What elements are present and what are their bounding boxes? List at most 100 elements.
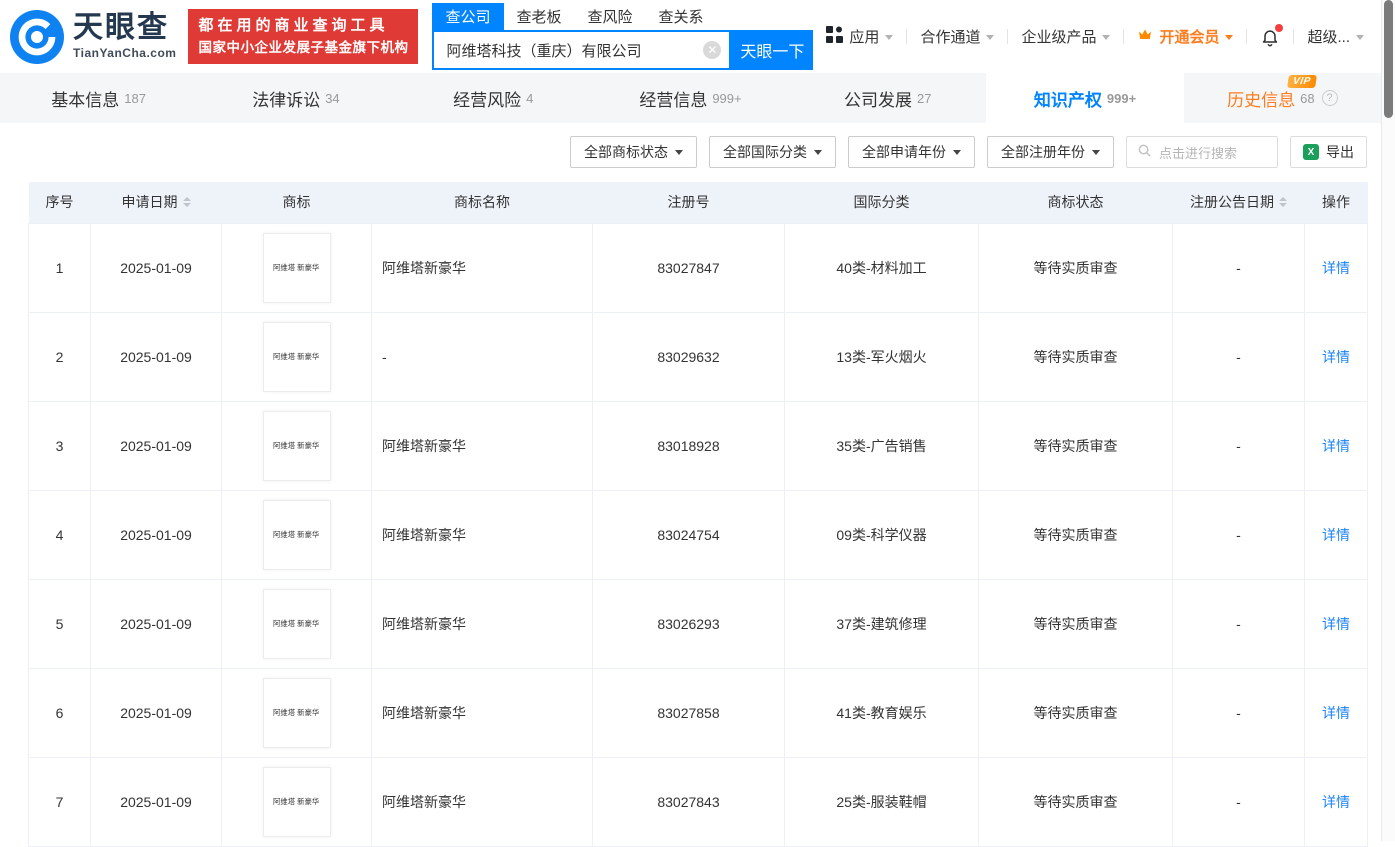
tab-label: 公司发展 xyxy=(844,90,913,110)
cell-publish-date: - xyxy=(1172,667,1305,758)
detail-link[interactable]: 详情 xyxy=(1322,349,1350,365)
chevron-down-icon xyxy=(1356,35,1364,40)
filter-dropdown-1[interactable]: 全部商标状态 xyxy=(570,136,697,168)
table-search-box[interactable]: 点击进行搜索 xyxy=(1126,136,1278,168)
detail-link[interactable]: 详情 xyxy=(1322,438,1350,454)
search-button[interactable]: 天眼一下 xyxy=(731,30,814,70)
column-header-label: 申请日期 xyxy=(122,192,191,212)
table-search-placeholder: 点击进行搜索 xyxy=(1159,145,1238,161)
column-header-申请日期[interactable]: 申请日期 xyxy=(90,182,222,223)
nav-item-2[interactable]: 合作通道 xyxy=(907,26,1007,47)
search-type-tab-1[interactable]: 查公司 xyxy=(432,3,504,30)
tab-count: 187 xyxy=(124,90,146,106)
excel-icon: X xyxy=(1303,144,1319,160)
column-header-注册公告日期[interactable]: 注册公告日期 xyxy=(1172,182,1305,223)
tab-经营信息[interactable]: 经营信息 999+ xyxy=(592,73,789,123)
filter-dropdown-2[interactable]: 全部国际分类 xyxy=(709,136,836,168)
tab-知识产权[interactable]: 知识产权 999+ xyxy=(986,73,1184,123)
chevron-down-icon xyxy=(1225,35,1234,40)
help-icon[interactable]: ? xyxy=(1321,90,1338,106)
table-row: 7 2025-01-09 阿维塔 新豪华 阿维塔新豪华 83027843 25类-服装鞋帽… xyxy=(28,756,1368,847)
trademark-image-text: 阿维塔 新豪华 xyxy=(273,263,320,272)
cell-status: 等待实质审查 xyxy=(978,400,1173,491)
tab-label: 经营信息 xyxy=(639,90,708,110)
search-type-tab-2[interactable]: 查老板 xyxy=(504,3,575,30)
logo-subtitle: TianYanCha.com xyxy=(73,46,177,60)
cell-intl-class: 37类-建筑修理 xyxy=(784,578,979,669)
search-input-wrap: ✕ xyxy=(432,30,732,70)
cell-intl-class: 35类-广告销售 xyxy=(784,400,979,491)
column-header-label: 序号 xyxy=(45,194,74,211)
trademark-image[interactable]: 阿维塔 新豪华 xyxy=(262,499,331,570)
trademark-image[interactable]: 阿维塔 新豪华 xyxy=(262,232,331,303)
column-header-label: 商标 xyxy=(282,194,311,211)
tab-公司发展[interactable]: 公司发展 27 xyxy=(789,73,986,123)
nav-item-4[interactable]: 开通会员 xyxy=(1124,26,1246,47)
tab-历史信息[interactable]: VIP 历史信息 68? xyxy=(1184,73,1381,123)
column-header-label: 注册号 xyxy=(667,194,710,211)
trademark-image-text: 阿维塔 新豪华 xyxy=(273,619,320,628)
trademark-image[interactable]: 阿维塔 新豪华 xyxy=(262,410,331,481)
trademark-image[interactable]: 阿维塔 新豪华 xyxy=(262,321,331,392)
filter-dropdown-4[interactable]: 全部注册年份 xyxy=(987,136,1114,168)
chevron-down-icon xyxy=(1092,150,1100,155)
tab-经营风险[interactable]: 经营风险 4 xyxy=(395,73,592,123)
search-type-tab-3[interactable]: 查风险 xyxy=(575,3,646,30)
tab-基本信息[interactable]: 基本信息 187 xyxy=(0,73,197,123)
cell-status: 等待实质审查 xyxy=(978,222,1173,313)
export-label: 导出 xyxy=(1326,144,1354,160)
cell-apply-date: 2025-01-09 xyxy=(90,667,222,758)
cell-action: 详情 xyxy=(1304,578,1368,669)
cell-trademark: 阿维塔 新豪华 xyxy=(221,311,372,402)
nav-item-5[interactable] xyxy=(1247,23,1293,47)
export-button[interactable]: X 导出 xyxy=(1290,136,1367,168)
column-header-注册号: 注册号 xyxy=(592,182,785,223)
nav-item-label: 合作通道 xyxy=(920,29,981,46)
cell-trademark-name: 阿维塔新豪华 xyxy=(371,578,593,669)
cell-index: 4 xyxy=(28,489,91,580)
promo-banner: 都在用的商业查询工具 国家中小企业发展子基金旗下机构 xyxy=(188,9,419,64)
trademark-image-text: 阿维塔 新豪华 xyxy=(273,797,320,806)
filter-dropdown-3[interactable]: 全部申请年份 xyxy=(848,136,975,168)
tab-label: 基本信息 xyxy=(51,90,120,110)
trademark-image-text: 阿维塔 新豪华 xyxy=(273,708,320,717)
trademark-image[interactable]: 阿维塔 新豪华 xyxy=(262,677,331,748)
cell-intl-class: 09类-科学仪器 xyxy=(784,489,979,580)
cell-action: 详情 xyxy=(1304,489,1368,580)
sort-icon[interactable] xyxy=(1279,197,1287,208)
detail-link[interactable]: 详情 xyxy=(1322,527,1350,543)
cell-status: 等待实质审查 xyxy=(978,578,1173,669)
detail-link[interactable]: 详情 xyxy=(1322,260,1350,276)
cell-registration-no: 83027843 xyxy=(592,756,785,847)
table-row: 3 2025-01-09 阿维塔 新豪华 阿维塔新豪华 83018928 35类-广告销售… xyxy=(28,400,1368,491)
cell-publish-date: - xyxy=(1172,578,1305,669)
trademark-image[interactable]: 阿维塔 新豪华 xyxy=(262,766,331,837)
nav-item-1[interactable]: 应用 xyxy=(813,26,906,47)
column-header-label: 商标状态 xyxy=(1047,194,1104,211)
cell-trademark: 阿维塔 新豪华 xyxy=(221,578,372,669)
sort-icon[interactable] xyxy=(182,197,191,208)
tab-count: 999+ xyxy=(712,90,742,106)
vertical-scrollbar[interactable] xyxy=(1381,0,1395,841)
column-header-label: 注册公告日期 xyxy=(1190,192,1287,212)
cell-apply-date: 2025-01-09 xyxy=(90,311,222,402)
cell-registration-no: 83027847 xyxy=(592,222,785,313)
scrollbar-thumb[interactable] xyxy=(1384,0,1393,118)
detail-link[interactable]: 详情 xyxy=(1322,616,1350,632)
detail-link[interactable]: 详情 xyxy=(1322,705,1350,721)
company-search-input[interactable] xyxy=(444,40,704,60)
detail-link[interactable]: 详情 xyxy=(1322,794,1350,810)
nav-item-3[interactable]: 企业级产品 xyxy=(1008,26,1123,47)
table-row: 4 2025-01-09 阿维塔 新豪华 阿维塔新豪华 83024754 09类-科学仪器… xyxy=(28,489,1368,580)
tab-法律诉讼[interactable]: 法律诉讼 34 xyxy=(197,73,394,123)
trademark-image-text: 阿维塔 新豪华 xyxy=(273,530,320,539)
site-header: 天眼查 TianYanCha.com 都在用的商业查询工具 国家中小企业发展子基… xyxy=(0,0,1395,73)
clear-search-icon[interactable]: ✕ xyxy=(703,41,722,59)
tianyancha-logo[interactable]: 天眼查 TianYanCha.com xyxy=(10,9,177,64)
notification-dot xyxy=(1275,23,1284,32)
tab-label: 历史信息 xyxy=(1227,90,1296,110)
nav-item-6[interactable]: 超级... xyxy=(1294,26,1377,47)
trademark-image[interactable]: 阿维塔 新豪华 xyxy=(262,588,331,659)
column-header-国际分类: 国际分类 xyxy=(784,182,979,223)
search-type-tab-4[interactable]: 查关系 xyxy=(646,3,717,30)
